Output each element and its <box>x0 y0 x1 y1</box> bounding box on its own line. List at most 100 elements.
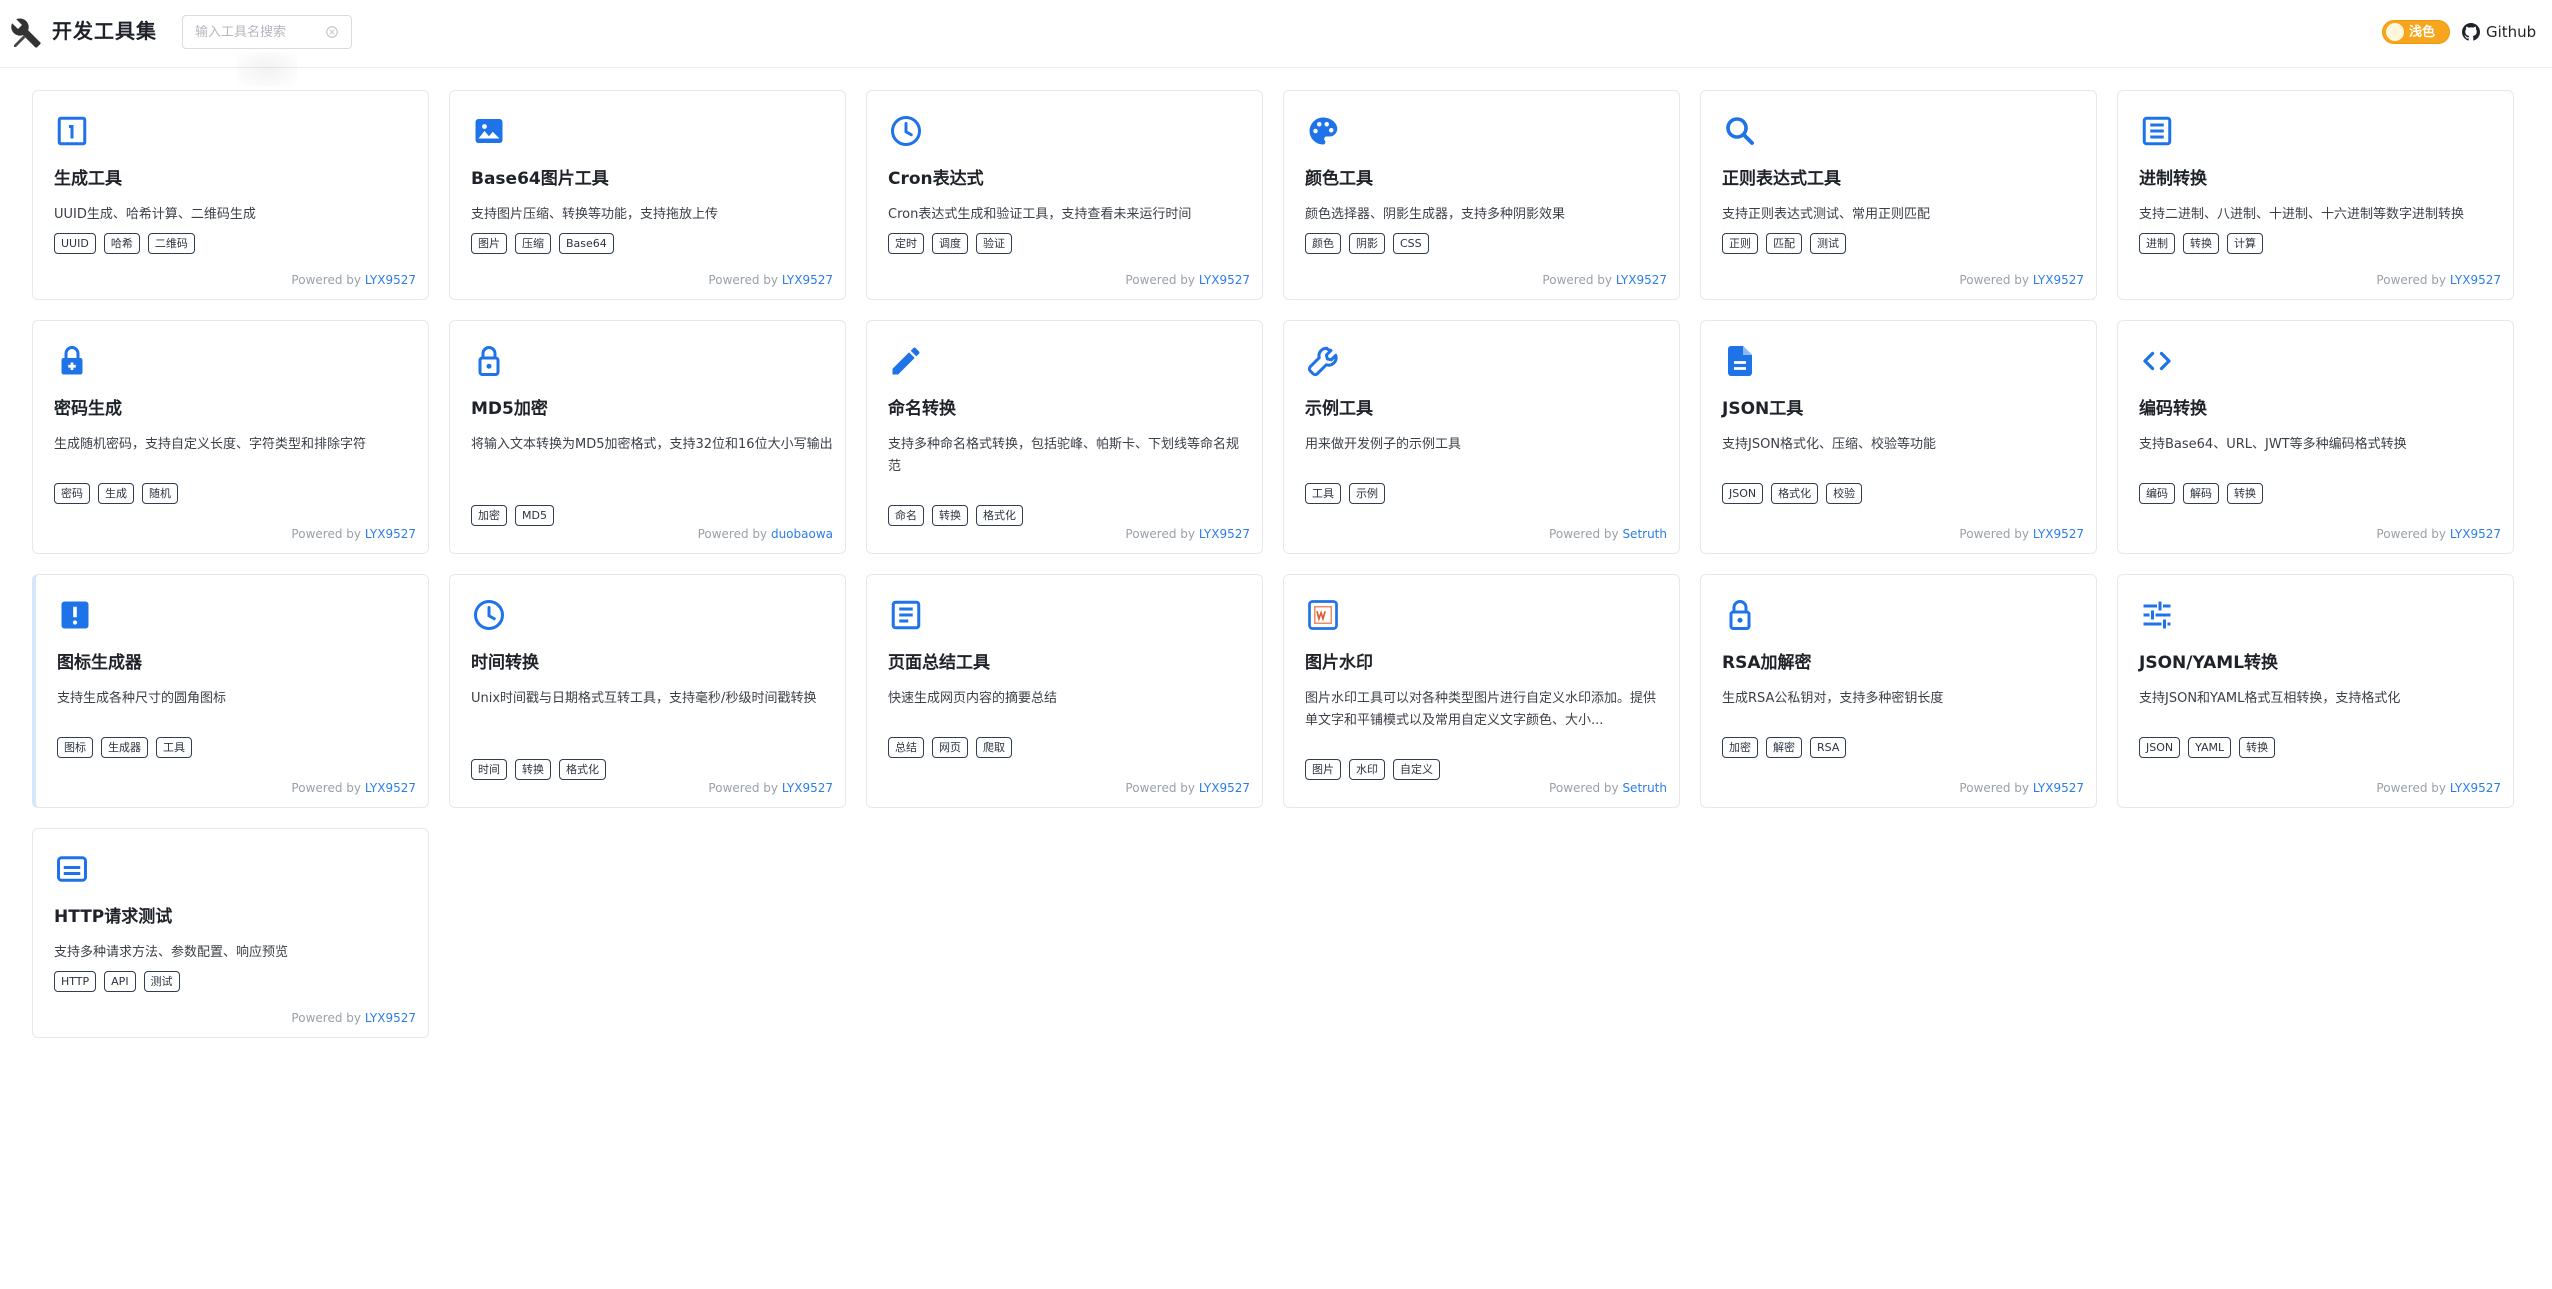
tag: 转换 <box>2239 737 2276 758</box>
tool-card[interactable]: JSON/YAML转换 支持JSON和YAML格式互相转换，支持格式化 JSON YA… <box>2117 574 2514 808</box>
tool-title: 图片水印 <box>1305 653 1373 673</box>
tool-card[interactable]: 正则表达式工具 支持正则表达式测试、常用正则匹配 正则 匹配 测试 Powered by … <box>1700 90 2097 300</box>
author-link[interactable]: LYX9527 <box>365 1011 416 1025</box>
tool-card[interactable]: JSON工具 支持JSON格式化、压缩、校验等功能 JSON 格式化 校验 Powered… <box>1700 320 2097 554</box>
author-link[interactable]: LYX9527 <box>1199 527 1250 541</box>
tool-description: Unix时间戳与日期格式互转工具，支持毫秒/秒级时间戳转换 <box>471 691 817 706</box>
tool-title: 页面总结工具 <box>888 653 990 673</box>
tool-card[interactable]: 图片水印 图片水印工具可以对各种类型图片进行自定义水印添加。提供单文字和平铺模式以… <box>1283 574 1680 808</box>
powered-by-label: Powered by <box>1549 527 1619 541</box>
tool-description: 将输入文本转换为MD5加密格式，支持32位和16位大小写输出 <box>471 437 833 452</box>
tag: CSS <box>1393 233 1429 254</box>
tool-description: 生成随机密码，支持自定义长度、字符类型和排除字符 <box>54 437 367 452</box>
powered-by-label: Powered by <box>2376 273 2446 287</box>
search-icon <box>1722 113 1758 149</box>
tool-card[interactable]: 编码转换 支持Base64、URL、JWT等多种编码格式转换 编码 解码 转换 Power… <box>2117 320 2514 554</box>
author-link[interactable]: LYX9527 <box>1199 781 1250 795</box>
author-link[interactable]: LYX9527 <box>782 273 833 287</box>
powered-by: Powered by LYX9527 <box>291 273 416 287</box>
author-link[interactable]: LYX9527 <box>782 781 833 795</box>
github-link[interactable]: Github <box>2462 20 2536 44</box>
clear-icon[interactable] <box>325 25 339 39</box>
powered-by: Powered by duobaowa <box>698 527 833 541</box>
tag: HTTP <box>54 971 97 992</box>
powered-by-label: Powered by <box>1959 781 2029 795</box>
tool-title: Cron表达式 <box>888 169 984 189</box>
image-icon <box>471 113 507 149</box>
tool-card[interactable]: 命名转换 支持多种命名格式转换，包括驼峰、帕斯卡、下划线等命名规范 命名 转换 格式化 P… <box>866 320 1263 554</box>
tool-title: JSON/YAML转换 <box>2139 653 2279 673</box>
tool-card[interactable]: RSA加解密 生成RSA公私钥对，支持多种密钥长度 加密 解密 RSA Powered b… <box>1700 574 2097 808</box>
powered-by: Powered by LYX9527 <box>708 781 833 795</box>
tool-card[interactable]: 页面总结工具 快速生成网页内容的摘要总结 总结 网页 爬取 Powered by LYX9… <box>866 574 1263 808</box>
tool-description: 支持JSON格式化、压缩、校验等功能 <box>1722 437 1937 452</box>
powered-by: Powered by LYX9527 <box>2376 527 2501 541</box>
tag: 测试 <box>143 971 180 992</box>
lock-icon <box>471 343 507 379</box>
author-link[interactable]: LYX9527 <box>2450 781 2501 795</box>
search-box[interactable] <box>182 15 352 49</box>
powered-by: Powered by LYX9527 <box>1959 781 2084 795</box>
tool-card[interactable]: 密码生成 生成随机密码，支持自定义长度、字符类型和排除字符 密码 生成 随机 Powere… <box>32 320 429 554</box>
tool-card[interactable]: Base64图片工具 支持图片压缩、转换等功能，支持拖放上传 图片 压缩 Base64 P… <box>449 90 846 300</box>
tag: MD5 <box>515 505 554 526</box>
tag: 正则 <box>1722 233 1758 254</box>
tool-description: 支持正则表达式测试、常用正则匹配 <box>1722 207 1931 222</box>
tool-card[interactable]: MD5 加密 将输入文本转换为MD5加密格式，支持32位和16位大小写输出加密 MD5… <box>449 320 846 554</box>
tool-card[interactable]: 示例工具 用来做开发例子的示例工具 工具 示例 Powered by Setruth <box>1283 320 1680 554</box>
powered-by: Powered by Setruth <box>1549 781 1667 795</box>
github-label: Github <box>2486 23 2537 41</box>
author-link[interactable]: LYX9527 <box>2033 781 2084 795</box>
author-link[interactable]: duobaowa <box>771 527 833 541</box>
search-input[interactable] <box>195 16 325 48</box>
theme-label: 浅色 <box>2409 25 2436 40</box>
tag: 示例 <box>1349 483 1385 504</box>
alert-box-icon <box>57 597 93 633</box>
tool-card[interactable]: 生成工具 UUID生成、哈希计算、二维码生成 UUID 哈希 二维码 Powered by… <box>32 90 429 300</box>
tool-description: 支持JSON和YAML格式互相转换，支持格式化 <box>2139 691 2401 706</box>
tool-card[interactable]: 图标生成器 支持生成各种尺寸的圆角图标 图标 生成器 工具 Powered by LYX9… <box>32 574 429 808</box>
tag: 生成 <box>98 483 134 504</box>
tag: 编码 <box>2139 483 2175 504</box>
author-link[interactable]: LYX9527 <box>2450 527 2501 541</box>
author-link[interactable]: LYX9527 <box>2033 527 2084 541</box>
theme-toggle-button[interactable]: 浅色 <box>2382 20 2450 44</box>
tool-description: 颜色选择器、阴影生成器，支持多种阴影效果 <box>1305 207 1566 222</box>
tool-title: 密码生成 <box>54 399 122 419</box>
tool-card[interactable]: 时间转换 Unix时间戳与日期格式互转工具，支持毫秒/秒级时间戳转换 时间 转换 格式化… <box>449 574 846 808</box>
powered-by: Powered by LYX9527 <box>1542 273 1667 287</box>
tool-title: 生成工具 <box>54 169 122 189</box>
tag: 颜色 <box>1305 233 1341 254</box>
powered-by: Powered by LYX9527 <box>291 781 416 795</box>
tag: 哈希 <box>103 233 140 254</box>
powered-by-label: Powered by <box>708 781 778 795</box>
author-link[interactable]: LYX9527 <box>1616 273 1667 287</box>
author-link[interactable]: Setruth <box>1622 781 1667 795</box>
author-link[interactable]: LYX9527 <box>2033 273 2084 287</box>
article-icon <box>888 597 924 633</box>
tag: 二维码 <box>147 233 195 254</box>
tag-list: 总结 网页 爬取 <box>888 737 1012 758</box>
tag: 转换 <box>2183 233 2219 254</box>
author-link[interactable]: LYX9527 <box>365 781 416 795</box>
tool-card[interactable]: Cron表达式 Cron表达式生成和验证工具，支持查看未来运行时间 定时 调度 验证 Po… <box>866 90 1263 300</box>
author-link[interactable]: Setruth <box>1622 527 1667 541</box>
powered-by-label: Powered by <box>1125 527 1195 541</box>
tool-title: 编码转换 <box>2139 399 2207 419</box>
tool-card[interactable]: HTTP请求测试 支持多种请求方法、参数配置、响应预览 HTTP API 测试 Power… <box>32 828 429 1038</box>
author-link[interactable]: LYX9527 <box>2450 273 2501 287</box>
tools-icon <box>10 17 42 49</box>
author-link[interactable]: LYX9527 <box>365 527 416 541</box>
tool-card[interactable]: 进制转换 支持二进制、八进制、十进制、十六进制等数字进制转换 进制 转换 计算 Power… <box>2117 90 2514 300</box>
tool-card[interactable]: 颜色工具 颜色选择器、阴影生成器，支持多种阴影效果 颜色 阴影 CSS Powered b… <box>1283 90 1680 300</box>
powered-by-label: Powered by <box>291 527 361 541</box>
tag-list: 进制 转换 计算 <box>2139 233 2263 254</box>
author-link[interactable]: LYX9527 <box>365 273 416 287</box>
tag: 加密 <box>471 505 507 526</box>
tag: 自定义 <box>1393 759 1440 780</box>
tool-title: 示例工具 <box>1305 399 1373 419</box>
author-link[interactable]: LYX9527 <box>1199 273 1250 287</box>
tag-list: 加密 MD5 <box>471 505 554 526</box>
powered-by-label: Powered by <box>291 273 361 287</box>
tool-title: 进制转换 <box>2139 169 2207 189</box>
